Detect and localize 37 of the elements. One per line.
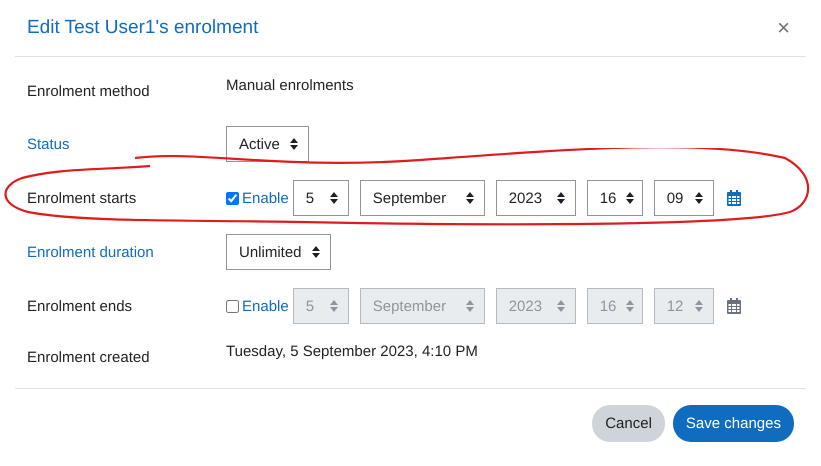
updown-caret-icon [312,246,320,258]
checkbox[interactable] [226,192,239,204]
calendar-icon[interactable] [726,190,741,206]
help-link[interactable]: Status [27,136,226,152]
updown-caret-icon [290,138,298,150]
updown-caret-icon [694,300,703,312]
updown-caret-icon [626,192,634,204]
date-select[interactable]: 09 [654,180,714,216]
date-select[interactable]: 2023 [496,180,576,216]
date-select[interactable]: 5 [292,180,349,216]
field-label: Enrolment method [27,83,151,100]
checkbox[interactable] [226,300,239,312]
date-select[interactable]: September [360,180,485,216]
updown-caret-icon [466,300,474,312]
dropdown-select[interactable]: Unlimited [226,234,331,270]
updown-caret-icon [330,300,338,312]
calendar-icon[interactable] [726,298,741,314]
field-value: Tuesday, 5 September 2023, 4:10 PM [226,343,478,360]
help-link[interactable]: Enrolment duration [27,244,226,260]
field-label: Enrolment ends [27,298,134,314]
dropdown-select[interactable]: Active [226,126,309,162]
updown-caret-icon [556,192,565,204]
cancel-button[interactable]: Cancel [592,405,665,442]
updown-caret-icon [556,300,565,312]
save-button[interactable]: Save changes [672,405,794,442]
updown-caret-icon [626,300,634,312]
updown-caret-icon [694,192,703,204]
date-select[interactable]: 16 [586,180,643,216]
checkbox-label[interactable]: Enable [242,190,289,206]
field-value: Manual enrolments [226,77,354,94]
field-label: Enrolment created [27,349,151,366]
field-label: Enrolment starts [27,190,138,206]
close-button[interactable]: × [773,15,794,41]
updown-caret-icon [466,192,474,204]
updown-caret-icon [330,192,338,204]
dialog-title: Edit Test User1's enrolment [27,17,258,39]
checkbox-label[interactable]: Enable [242,298,289,314]
